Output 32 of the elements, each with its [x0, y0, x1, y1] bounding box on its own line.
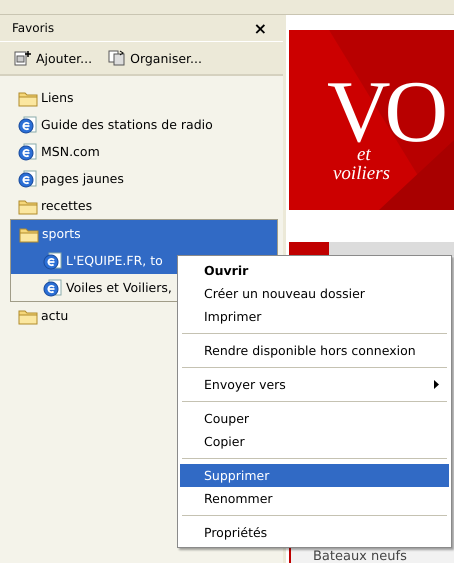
- favorite-item[interactable]: pages jaunes: [10, 165, 276, 192]
- menu-item[interactable]: Couper: [180, 407, 449, 430]
- favorite-item[interactable]: Guide des stations de radio: [10, 111, 276, 138]
- page-link[interactable]: Bateaux neufs: [313, 551, 407, 563]
- menu-item[interactable]: Créer un nouveau dossier: [180, 282, 449, 305]
- globe-page-icon: [18, 142, 38, 160]
- logo-text: VO: [327, 82, 442, 144]
- menu-item[interactable]: Imprimer: [180, 305, 449, 328]
- menu-item[interactable]: Renommer: [180, 487, 449, 510]
- globe-page-icon: [18, 116, 38, 134]
- menu-item[interactable]: Rendre disponible hors connexion: [180, 339, 449, 362]
- favorite-item[interactable]: MSN.com: [10, 138, 276, 165]
- add-page-icon: [14, 50, 32, 66]
- submenu-arrow-icon: [434, 380, 439, 389]
- globe-page-icon: [43, 252, 63, 270]
- logo-text: voiliers: [333, 164, 390, 184]
- panel-title: Favoris: [12, 21, 54, 35]
- organize-button[interactable]: Organiser...: [104, 45, 206, 71]
- nav-tab[interactable]: [289, 242, 329, 256]
- close-button[interactable]: ×: [248, 18, 273, 38]
- favorite-folder[interactable]: recettes: [10, 192, 276, 219]
- globe-page-icon: [43, 278, 63, 296]
- favorite-folder[interactable]: sports: [11, 220, 277, 247]
- add-favorite-button[interactable]: Ajouter...: [10, 45, 96, 71]
- favorite-folder[interactable]: Liens: [10, 84, 276, 111]
- logo-text: et: [357, 146, 371, 164]
- menu-item[interactable]: Propriétés: [180, 521, 449, 544]
- pages-icon: [108, 50, 126, 66]
- menu-item[interactable]: Supprimer: [180, 464, 449, 487]
- menu-item[interactable]: Copier: [180, 430, 449, 453]
- menu-item[interactable]: Envoyer vers: [180, 373, 449, 396]
- globe-page-icon: [18, 170, 38, 188]
